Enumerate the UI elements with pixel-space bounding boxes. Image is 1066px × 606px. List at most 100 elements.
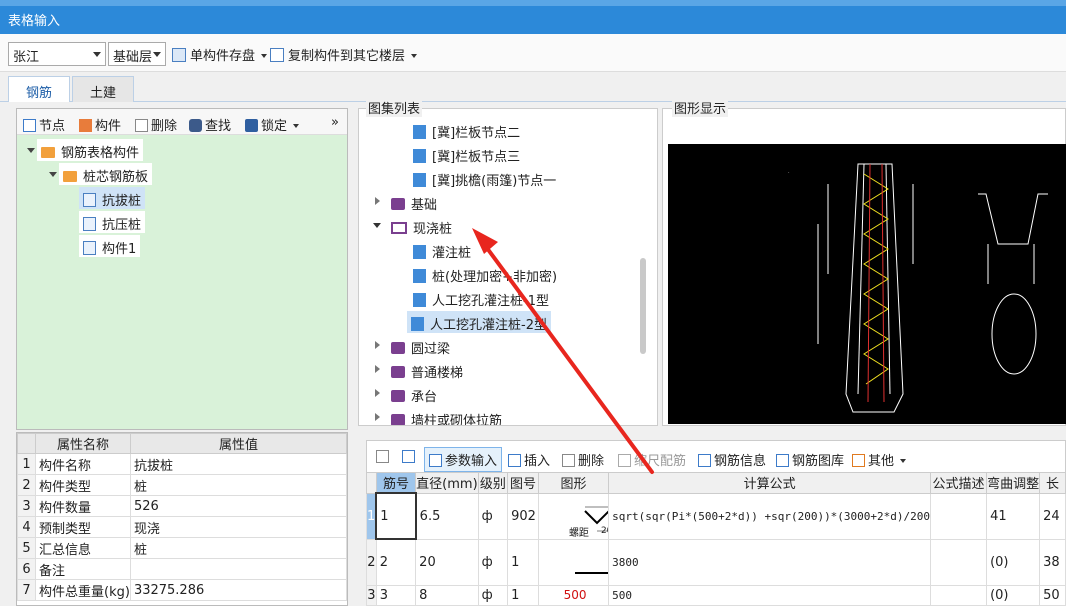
param-input-button[interactable]: 参数输入 [424,447,503,472]
prop-value[interactable]: 526 [129,495,348,517]
atlas-scrollbar[interactable] [640,258,646,354]
cell-grade[interactable]: ф [477,492,509,540]
rebar-library-button[interactable]: 钢筋图库 [776,450,844,469]
delete-button[interactable]: 删除 [135,115,177,134]
save-component-button[interactable]: 单构件存盘 [172,45,268,64]
cell-description[interactable] [930,492,988,540]
expand-icon[interactable] [27,148,35,153]
add-component-button[interactable]: 构件 [79,115,121,134]
collapsed-icon[interactable] [375,341,380,349]
tab-rebar[interactable]: 钢筋 [8,76,70,102]
cell-length[interactable]: 38 [1039,538,1066,586]
col-header[interactable]: 图号 [507,472,539,494]
col-header[interactable]: 长 [1039,472,1066,494]
cell-bend[interactable]: 41 [986,492,1041,540]
cell-shape[interactable]: 3000 500 螺距 200 [537,492,610,540]
move-up-icon[interactable] [376,450,392,465]
tree-leaf[interactable]: 抗压桩 [79,211,146,233]
cell-formula[interactable]: 500 [608,584,932,606]
list-item[interactable]: [冀]栏板节点三 [409,143,524,165]
rebar-info-button[interactable]: 钢筋信息 [698,450,766,469]
list-item[interactable]: 承台 [387,383,441,405]
insert-button[interactable]: 插入 [508,450,550,469]
cell-diameter[interactable]: 8 [415,584,479,606]
col-header[interactable]: 弯曲调整 [986,472,1041,494]
delete-row-button[interactable]: 删除 [562,450,604,469]
prop-value[interactable]: 33275.286 [129,579,348,601]
prop-value[interactable]: 抗拔桩 [129,453,348,475]
col-header[interactable]: 筋号 [375,472,417,494]
tree-node-child[interactable]: 桩芯钢筋板 [59,163,153,185]
cell-formula[interactable]: sqrt(sqr(Pi*(500+2*d)) +sqr(200))*(3000+… [608,492,932,540]
prop-value[interactable]: 桩 [129,537,348,559]
save-component-label: 单构件存盘 [190,49,256,64]
cell-bend[interactable]: (0) [986,538,1041,586]
tree-leaf[interactable]: 抗拔桩 [79,187,146,209]
cell-description[interactable] [930,538,988,586]
cell-grade[interactable]: ф [477,538,509,586]
tree-node-root[interactable]: 钢筋表格构件 [37,139,144,161]
list-item[interactable]: 桩(处理加密+非加密) [409,263,561,285]
cell-bend[interactable]: (0) [986,584,1041,606]
project-combo-value: 张江 [13,50,40,65]
move-down-icon[interactable] [402,450,418,465]
col-header[interactable]: 图形 [537,472,610,494]
row-number[interactable]: 1 [366,492,377,540]
cell-length[interactable]: 50 [1039,584,1066,606]
list-item[interactable]: 圆过梁 [387,335,454,357]
col-header[interactable]: 直径(mm) [415,472,479,494]
prop-value[interactable]: 现浇 [129,516,348,538]
list-item[interactable]: [冀]栏板节点二 [409,119,524,141]
list-item[interactable]: 现浇桩 [387,215,456,237]
other-button[interactable]: 其他 [852,450,907,469]
cell-diameter[interactable]: 6.5 [415,492,479,540]
copy-to-floor-button[interactable]: 复制构件到其它楼层 [270,45,418,64]
tab-civil[interactable]: 土建 [72,76,134,102]
prop-value[interactable] [129,558,348,580]
collapsed-icon[interactable] [375,389,380,397]
row-number[interactable]: 3 [366,584,377,606]
expand-icon[interactable] [373,223,381,228]
row-number[interactable]: 2 [366,538,377,586]
expand-icon[interactable] [49,172,57,177]
list-item[interactable]: 人工挖孔灌注桩-1型 [409,287,553,309]
cell-figure-no[interactable]: 902 [507,492,539,540]
list-item[interactable]: 灌注桩 [409,239,475,261]
cell-no[interactable]: 2 [375,538,417,586]
cell-grade[interactable]: ф [477,584,509,606]
list-item[interactable]: 普通楼梯 [387,359,467,381]
collapsed-icon[interactable] [375,413,380,421]
list-item-selected[interactable]: 人工挖孔灌注桩-2型 [407,311,551,333]
lock-button[interactable]: 锁定 [245,115,300,134]
cell-length[interactable]: 24 [1039,492,1066,540]
collapsed-icon[interactable] [375,365,380,373]
overflow-icon[interactable]: » [331,115,339,130]
col-header[interactable]: 计算公式 [608,472,932,494]
find-button[interactable]: 查找 [189,115,231,134]
shape-length-label: 500 [563,587,587,602]
page-icon [413,173,426,187]
cell-shape[interactable]: 3800 [537,538,610,586]
cell-formula[interactable]: 3800 [608,538,932,586]
cell-no[interactable]: 1 [375,492,417,540]
col-header[interactable]: 公式描述 [930,472,988,494]
cell-shape[interactable]: 500 [537,584,610,606]
project-combo[interactable]: 张江 [8,42,106,66]
col-header[interactable]: 级别 [477,472,509,494]
pile-drawing-canvas: · [668,144,1066,424]
list-item[interactable]: 墙柱或砌体拉筋 [387,407,506,425]
list-item[interactable]: [冀]挑檐(雨篷)节点一 [409,167,560,189]
dim-line [817,184,914,344]
cell-no[interactable]: 3 [375,584,417,606]
add-node-button[interactable]: 节点 [23,115,65,134]
floor-combo[interactable]: 基础层 [108,42,166,66]
cell-diameter[interactable]: 20 [415,538,479,586]
prop-value[interactable]: 桩 [129,474,348,496]
cell-figure-no[interactable]: 1 [507,584,539,606]
cell-description[interactable] [930,584,988,606]
list-item[interactable]: 基础 [387,191,441,213]
tree-leaf[interactable]: 构件1 [79,235,141,257]
cell-figure-no[interactable]: 1 [507,538,539,586]
collapsed-icon[interactable] [375,197,380,205]
scale-rebar-button[interactable]: 缩尺配筋 [618,450,686,469]
